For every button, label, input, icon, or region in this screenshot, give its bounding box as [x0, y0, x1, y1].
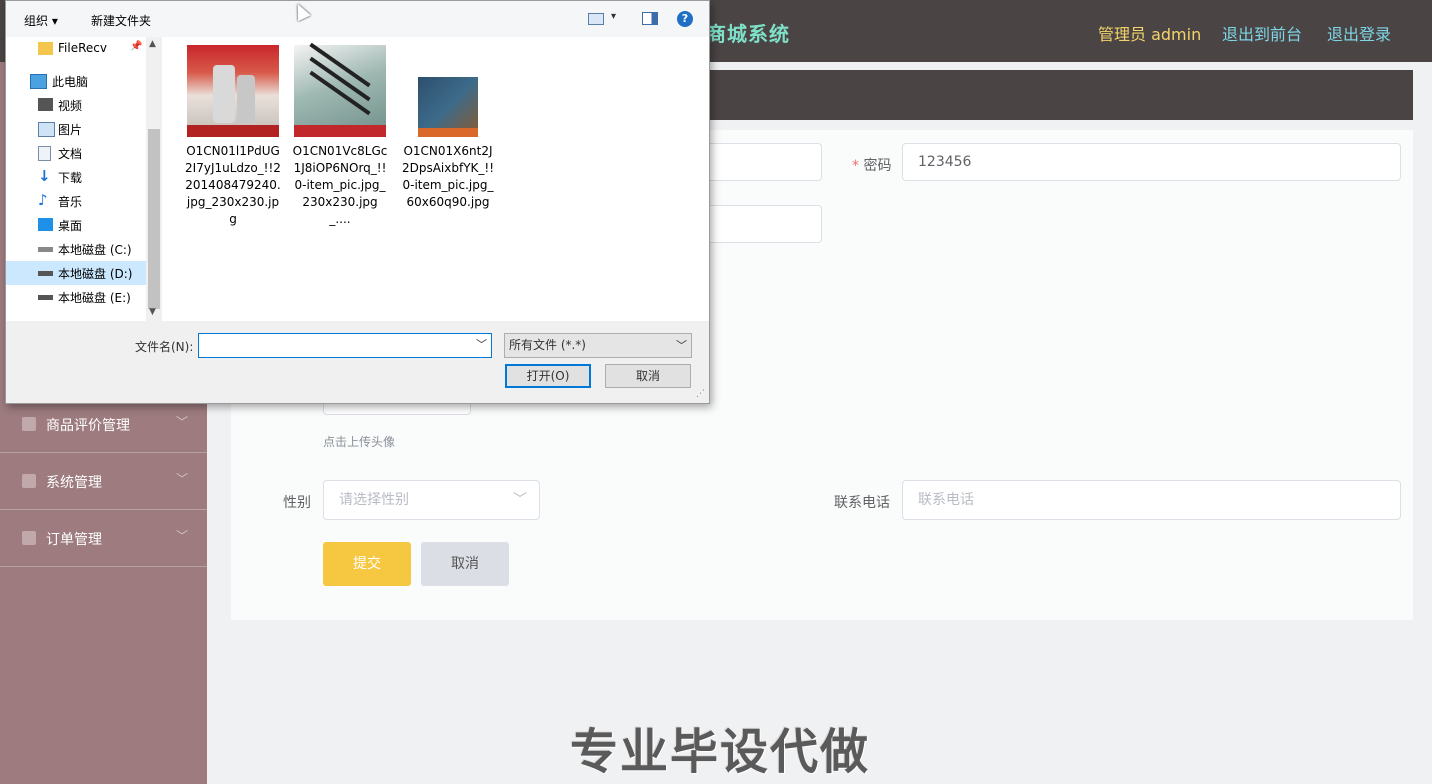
exit-to-front-link[interactable]: 退出到前台	[1222, 21, 1302, 45]
sidebar-item-orders[interactable]: 订单管理 ﹀	[0, 510, 207, 567]
organize-button[interactable]: 组织 ▾	[24, 12, 58, 29]
password-field[interactable]: 123456	[902, 143, 1401, 181]
tree-item-documents[interactable]: 文档	[6, 141, 146, 165]
chevron-down-icon: ﹀	[676, 339, 687, 352]
tree-scrollbar[interactable]: ▲ ▼	[146, 37, 162, 321]
tree-item-drive-e[interactable]: 本地磁盘 (E:)	[6, 285, 146, 309]
tree-item-filerecv[interactable]: FileRecv 📌	[6, 37, 146, 61]
navigation-tree: FileRecv 📌 此电脑 视频 图片 文档 ↓ 下载 ♪ 音乐 桌面 本地磁…	[6, 37, 162, 321]
chevron-down-icon: ﹀	[176, 415, 189, 429]
file-name: O1CN01Vc8LGc1J8iOP6NOrq_!!0-item_pic.jpg…	[292, 144, 388, 226]
filename-input[interactable]: ﹀	[198, 333, 492, 358]
watermark: 专业毕设代做	[570, 724, 871, 780]
tree-item-drive-d[interactable]: 本地磁盘 (D:)	[6, 261, 146, 285]
gender-placeholder: 请选择性别	[339, 492, 409, 508]
tree-item-drive-c[interactable]: 本地磁盘 (C:)	[6, 237, 146, 261]
new-folder-button[interactable]: 新建文件夹	[91, 12, 151, 29]
submit-button[interactable]: 提交	[323, 542, 411, 586]
app-title: 商城系统	[706, 22, 790, 46]
review-icon	[22, 417, 36, 431]
phone-field[interactable]: 联系电话	[902, 480, 1401, 520]
pin-icon: 📌	[130, 41, 143, 52]
view-dropdown-arrow[interactable]: ▾	[611, 11, 616, 22]
dialog-footer: 文件名(N): ﹀ 所有文件 (*.*) ﹀ 打开(O) 取消 ⋰	[6, 321, 709, 403]
sidebar-item-label: 商品评价管理	[46, 418, 130, 434]
download-icon: ↓	[38, 167, 51, 185]
chevron-down-icon: ﹀	[176, 529, 189, 543]
file-thumbnail	[418, 77, 478, 137]
pictures-icon	[38, 122, 55, 137]
documents-icon	[38, 146, 51, 161]
chevron-down-icon: ﹀	[176, 472, 189, 486]
orders-icon	[22, 531, 36, 545]
resize-grip-icon[interactable]: ⋰	[696, 389, 705, 399]
file-list: O1CN01l1PdUG2I7yJ1uLdzo_!!2201408479240.…	[162, 37, 709, 321]
password-label: * 密码	[852, 158, 892, 174]
preview-pane-icon[interactable]	[642, 12, 658, 25]
chevron-down-icon: ﹀	[513, 492, 527, 508]
tree-item-desktop[interactable]: 桌面	[6, 213, 146, 237]
open-button[interactable]: 打开(O)	[505, 364, 591, 388]
tree-item-downloads[interactable]: ↓ 下载	[6, 165, 146, 189]
chevron-down-icon[interactable]: ﹀	[476, 336, 487, 352]
gender-select[interactable]: 请选择性别 ﹀	[323, 480, 540, 520]
drive-icon	[38, 271, 53, 276]
sidebar-item-review[interactable]: 商品评价管理 ﹀	[0, 396, 207, 453]
file-item[interactable]: O1CN01Vc8LGc1J8iOP6NOrq_!!0-item_pic.jpg…	[292, 42, 388, 228]
cancel-button[interactable]: 取消	[421, 542, 509, 586]
music-icon: ♪	[38, 191, 48, 209]
help-icon[interactable]: ?	[677, 11, 693, 27]
sidebar-item-system[interactable]: 系统管理 ﹀	[0, 453, 207, 510]
view-icon[interactable]	[588, 13, 604, 25]
briefcase-icon	[22, 474, 36, 488]
drive-icon	[38, 247, 53, 252]
file-open-dialog: 组织 ▾ 新建文件夹 ▾ ? FileRecv 📌 此电脑 视频 图片 文档 ↓…	[5, 0, 710, 404]
admin-label: 管理员 admin	[1098, 25, 1202, 44]
dialog-cancel-button[interactable]: 取消	[605, 364, 691, 388]
gender-label: 性别	[283, 495, 311, 511]
file-name: O1CN01l1PdUG2I7yJ1uLdzo_!!2201408479240.…	[185, 144, 281, 226]
avatar-upload-hint: 点击上传头像	[323, 435, 396, 449]
file-type-select[interactable]: 所有文件 (*.*) ﹀	[504, 333, 692, 358]
scroll-up-icon[interactable]: ▲	[149, 39, 156, 49]
tree-item-this-pc[interactable]: 此电脑	[6, 69, 146, 93]
folder-icon	[38, 42, 53, 55]
tree-item-videos[interactable]: 视频	[6, 93, 146, 117]
phone-label: 联系电话	[834, 495, 890, 511]
logout-link[interactable]: 退出登录	[1327, 21, 1391, 45]
file-thumbnail	[294, 42, 386, 137]
drive-icon	[38, 295, 53, 300]
dialog-toolbar: 组织 ▾ 新建文件夹 ▾ ?	[6, 1, 709, 37]
tree-item-music[interactable]: ♪ 音乐	[6, 189, 146, 213]
video-icon	[38, 98, 53, 111]
tree-item-pictures[interactable]: 图片	[6, 117, 146, 141]
file-item[interactable]: O1CN01X6nt2J2DpsAixbfYK_!!0-item_pic.jpg…	[400, 45, 496, 211]
sidebar-item-label: 系统管理	[46, 475, 102, 491]
desktop-icon	[38, 218, 53, 231]
sidebar-item-label: 订单管理	[46, 532, 102, 548]
scroll-down-icon[interactable]: ▼	[149, 307, 156, 317]
file-item[interactable]: O1CN01l1PdUG2I7yJ1uLdzo_!!2201408479240.…	[185, 45, 281, 228]
scroll-thumb[interactable]	[148, 129, 160, 309]
computer-icon	[30, 74, 47, 89]
file-thumbnail	[187, 45, 279, 137]
filename-label: 文件名(N):	[135, 340, 194, 354]
file-name: O1CN01X6nt2J2DpsAixbfYK_!!0-item_pic.jpg…	[401, 144, 495, 209]
